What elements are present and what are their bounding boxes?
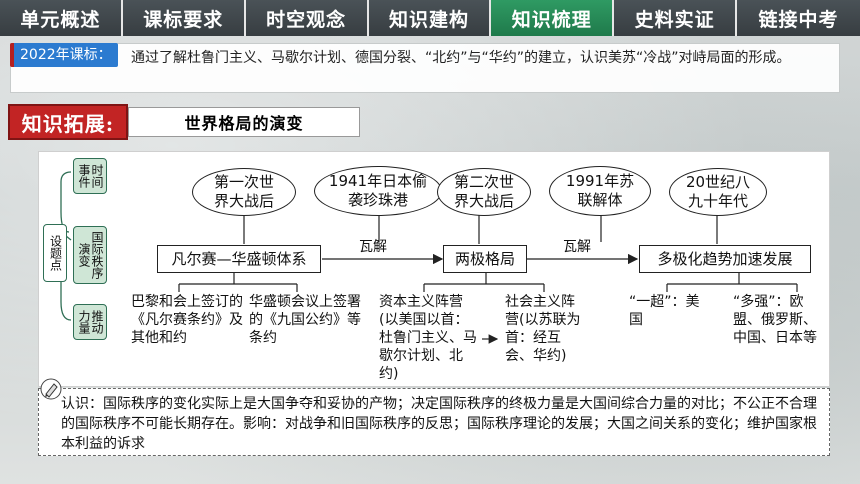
side-main-label: 设题点 <box>43 224 67 282</box>
arrow-label-collapse-1: 瓦解 <box>359 239 387 255</box>
ellipse-ww1: 第一次世界大战后 <box>192 168 296 216</box>
ellipse-pearl-harbor: 1941年日本偷袭珍珠港 <box>314 166 442 216</box>
stage-versailles-washington: 凡尔赛—华盛顿体系 <box>157 245 321 273</box>
side-item-order-evolution: 国际秩序演变 <box>73 226 107 284</box>
tab-spacetime[interactable]: 时空观念 <box>245 0 369 36</box>
detail-capitalist-camp: 资本主义阵营(以美国以首：杜鲁门主义、马歇尔计划、北约) <box>379 294 477 382</box>
stage-bipolar: 两极格局 <box>443 245 527 273</box>
nav-tabs: 单元概述 课标要求 时空观念 知识建构 知识梳理 史料实证 链接中考 <box>0 0 860 36</box>
ellipse-80s-90s: 20世纪八九十年代 <box>669 168 767 216</box>
stage-multipolar: 多极化趋势加速发展 <box>639 245 811 273</box>
detail-washington-conference: 华盛顿会议上签署的《九国公约》等条约 <box>249 294 361 346</box>
ellipse-ww2: 第二次世界大战后 <box>437 168 531 216</box>
detail-one-superpower: “一超”：美国 <box>629 294 700 328</box>
conclusion-box: 认识：国际秩序的变化实际上是大国争夺和妥协的产物；决定国际秩序的终极力量是大国间… <box>38 388 830 456</box>
arrow-label-collapse-2: 瓦解 <box>563 239 591 255</box>
side-item-driving-force: 推动力量 <box>73 304 107 340</box>
standard-tag: 2022年课标： <box>10 43 118 67</box>
tab-knowledge-review[interactable]: 知识梳理 <box>491 0 615 36</box>
tab-historical-evidence[interactable]: 史料实证 <box>614 0 738 36</box>
conclusion-text: 认识：国际秩序的变化实际上是大国争夺和妥协的产物；决定国际秩序的终极力量是大国间… <box>61 396 817 452</box>
pen-icon <box>40 378 62 400</box>
standard-text-box: 通过了解杜鲁门主义、马歇尔计划、德国分裂、“北约”与“华约”的建立，认识美苏“冷… <box>10 43 840 93</box>
detail-multiple-powers: “多强”：欧盟、俄罗斯、中国、日本等 <box>733 294 817 346</box>
extension-label: 知识拓展: <box>8 104 128 140</box>
detail-paris-conference: 巴黎和会上签订的《凡尔赛条约》及其他和约 <box>131 294 243 346</box>
standard-text: 通过了解杜鲁门主义、马歇尔计划、德国分裂、“北约”与“华约”的建立，认识美苏“冷… <box>131 50 791 66</box>
diagram-panel: 设题点 时间事件 国际秩序演变 推动力量 第一次世界大战后 1941年日本偷袭珍… <box>38 151 830 387</box>
tab-exam-link[interactable]: 链接中考 <box>737 0 860 36</box>
ellipse-ussr-collapse: 1991年苏联解体 <box>549 166 651 216</box>
side-item-time-event: 时间事件 <box>73 158 107 194</box>
extension-title: 世界格局的演变 <box>128 107 360 137</box>
tab-unit-overview[interactable]: 单元概述 <box>0 0 123 36</box>
tab-knowledge-build[interactable]: 知识建构 <box>368 0 492 36</box>
detail-socialist-camp: 社会主义阵营(以苏联为首：经互会、华约) <box>505 294 581 364</box>
tab-curriculum[interactable]: 课标要求 <box>122 0 246 36</box>
